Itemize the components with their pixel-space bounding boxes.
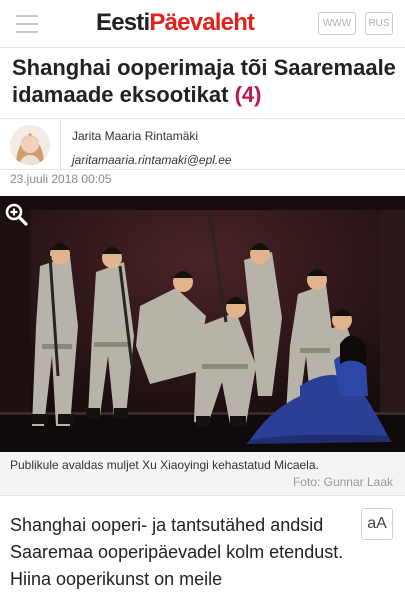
logo-part-eesti: Eesti [96,9,150,36]
site-header: EestiPäevaleht WWW RUS [0,0,405,48]
author-avatar[interactable] [10,125,50,165]
author-name[interactable]: Jarita Maaria Rintamäki [72,129,198,143]
rus-language-button[interactable]: RUS [365,12,393,35]
comment-count-link[interactable]: (4) [235,82,262,107]
font-size-button[interactable]: aA [361,508,393,540]
logo-part-paevaleht: Päevaleht [149,9,255,36]
author-block: Jarita Maaria Rintamäki jaritamaaria.rin… [0,118,405,171]
article-title: Shanghai ooperimaja tõi Saaremaale idama… [12,54,397,108]
photo-credit: Foto: Gunnar Laak [292,475,393,489]
hamburger-menu-icon[interactable] [16,15,38,33]
author-email[interactable]: jaritamaaria.rintamaki@epl.ee [72,153,232,167]
author-divider [60,119,61,171]
www-language-button[interactable]: WWW [318,12,356,35]
site-logo[interactable]: EestiPäevaleht [96,9,255,37]
photo-caption-box: Publikule avaldas muljet Xu Xiaoyingi ke… [0,452,405,496]
article-title-text: Shanghai ooperimaja tõi Saaremaale idama… [12,55,396,107]
photo-caption: Publikule avaldas muljet Xu Xiaoyingi ke… [10,458,319,472]
publish-date: 23.juuli 2018 00:05 [10,172,112,186]
article-lead: Shanghai ooperi- ja tantsutähed andsid S… [10,515,344,589]
article-photo[interactable] [0,196,405,452]
zoom-in-icon[interactable] [4,202,28,226]
